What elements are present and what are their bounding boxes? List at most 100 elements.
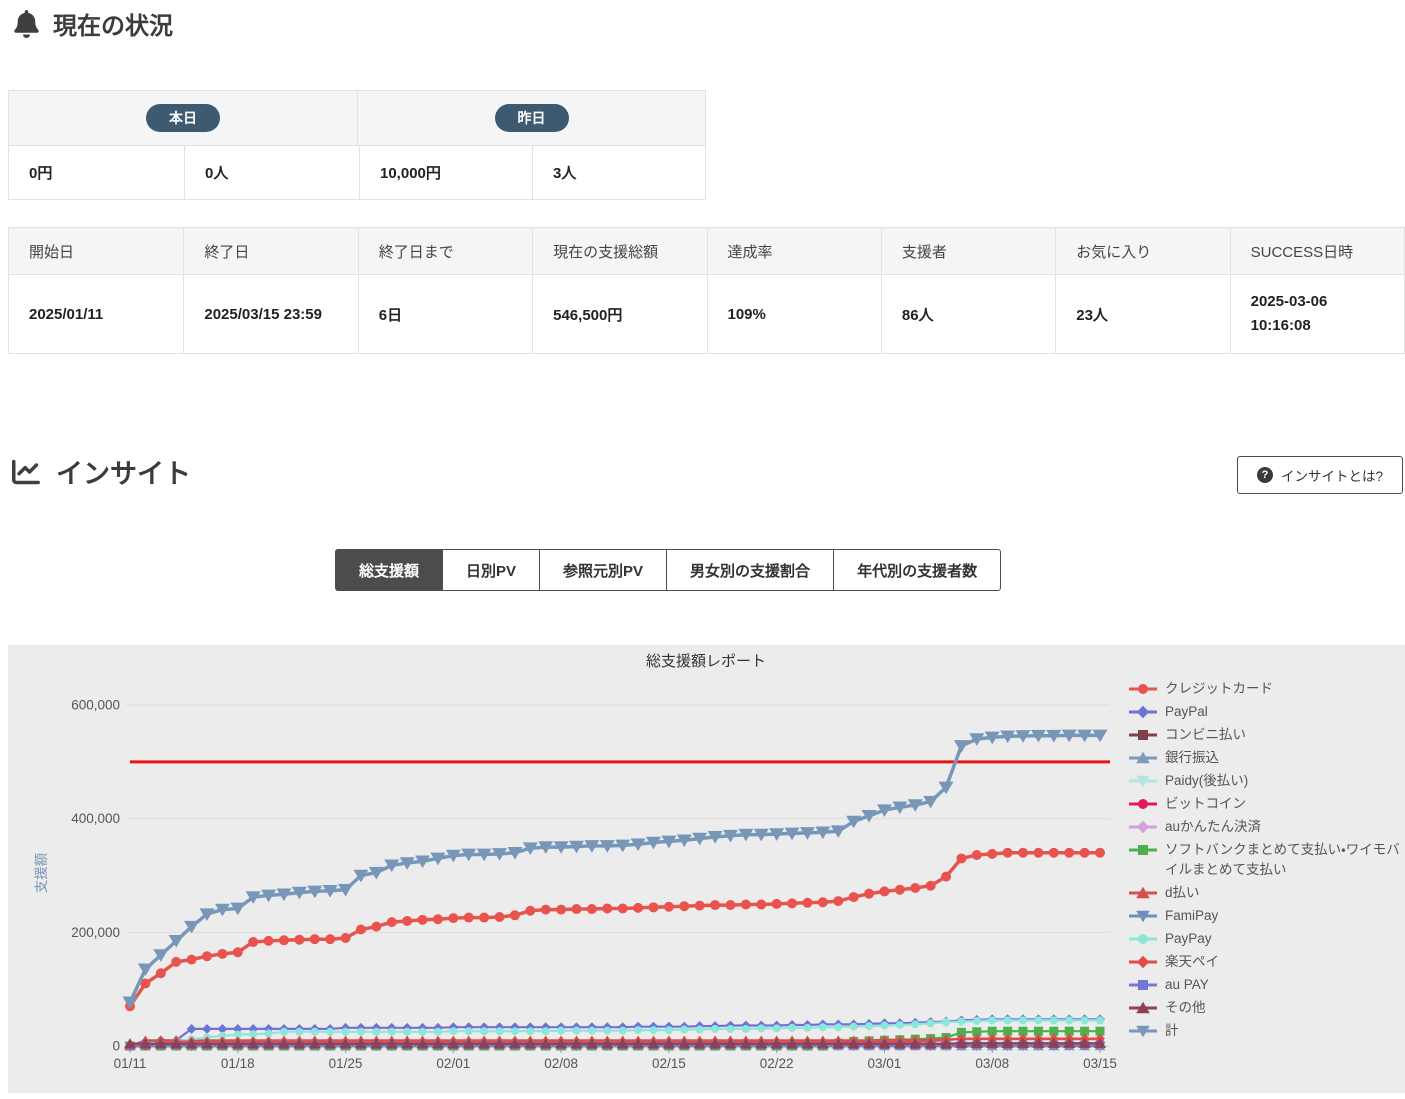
legend-marker-icon [1128, 751, 1158, 765]
legend-marker-icon [1128, 705, 1158, 719]
legend-marker-icon [1128, 932, 1158, 946]
legend-item[interactable]: 楽天ペイ [1128, 952, 1405, 972]
legend-item-label: Paidy(後払い) [1165, 771, 1248, 791]
chart-line-icon [10, 458, 42, 486]
legend-marker-icon [1128, 978, 1158, 992]
bell-icon [14, 10, 39, 38]
legend-marker-icon [1128, 909, 1158, 923]
svg-text:02/01: 02/01 [436, 1056, 470, 1071]
legend-item[interactable]: PayPal [1128, 702, 1405, 722]
legend-item-label: d払い [1165, 883, 1200, 903]
yesterday-badge: 昨日 [495, 104, 569, 132]
header-favorites: お気に入り [1055, 228, 1229, 274]
total-support-chart-panel: 0 200,000 400,000 600,000 01/11 01/18 01/25 02/… [8, 645, 1405, 1093]
legend-item[interactable]: コンビニ払い [1128, 725, 1405, 745]
yesterday-supporter-count: 3人 [532, 146, 705, 199]
today-amount: 0円 [9, 146, 184, 199]
svg-text:02/22: 02/22 [760, 1056, 794, 1071]
header-achievement-rate: 達成率 [707, 228, 881, 274]
legend-item[interactable]: Paidy(後払い) [1128, 771, 1405, 791]
today-supporter-count: 0人 [184, 146, 359, 199]
legend-item-label: 計 [1165, 1021, 1179, 1041]
legend-item[interactable]: ソフトバンクまとめて支払い・ワイモバイルまとめて支払い [1128, 840, 1405, 880]
legend-marker-icon [1128, 728, 1158, 742]
tab-pv-by-referrer[interactable]: 参照元別PV [539, 549, 667, 591]
legend-marker-icon [1128, 886, 1158, 900]
legend-item-label: クレジットカード [1165, 679, 1273, 699]
legend-item-label: FamiPay [1165, 906, 1218, 926]
svg-text:03/15: 03/15 [1083, 1056, 1117, 1071]
header-start-date: 開始日 [9, 228, 183, 274]
daily-summary-table: 本日 昨日 0円 0人 10,000円 3人 [8, 90, 706, 200]
insight-section-heading: インサイト [10, 452, 191, 491]
legend-item-label: PayPay [1165, 929, 1212, 949]
header-current-total: 現在の支援総額 [532, 228, 706, 274]
value-favorites: 23人 [1055, 275, 1229, 353]
question-circle-icon: ? [1257, 467, 1273, 483]
legend-marker-icon [1128, 774, 1158, 788]
svg-text:01/11: 01/11 [114, 1056, 147, 1071]
value-success-datetime: 2025-03-06 10:16:08 [1230, 275, 1404, 353]
tab-supporters-by-age[interactable]: 年代別の支援者数 [833, 549, 1001, 591]
today-badge: 本日 [146, 104, 220, 132]
legend-item[interactable]: au PAY [1128, 975, 1405, 995]
header-supporters: 支援者 [881, 228, 1055, 274]
svg-text:400,000: 400,000 [71, 811, 120, 826]
value-achievement-rate: 109% [707, 275, 881, 353]
legend-item[interactable]: PayPay [1128, 929, 1405, 949]
status-section-heading: 現在の状況 [14, 6, 173, 41]
legend-item[interactable]: d払い [1128, 883, 1405, 903]
header-end-date: 終了日 [183, 228, 357, 274]
svg-text:03/08: 03/08 [975, 1056, 1009, 1071]
legend-item[interactable]: クレジットカード [1128, 679, 1405, 699]
svg-text:02/15: 02/15 [652, 1056, 686, 1071]
insight-help-button[interactable]: ? インサイトとは? [1237, 456, 1403, 494]
legend-item-label: ビットコイン [1165, 794, 1246, 814]
legend-marker-icon [1128, 955, 1158, 969]
legend-item-label: PayPal [1165, 702, 1208, 722]
legend-item[interactable]: 銀行振込 [1128, 748, 1405, 768]
legend-item-label: コンビニ払い [1165, 725, 1246, 745]
legend-marker-icon [1128, 843, 1158, 857]
legend-item[interactable]: auかんたん決済 [1128, 817, 1405, 837]
svg-text:01/25: 01/25 [329, 1056, 363, 1071]
legend-marker-icon [1128, 1024, 1158, 1038]
legend-marker-icon [1128, 820, 1158, 834]
chart-legend: クレジットカード PayPal コンビニ払い銀行振込 Paidy(後払い) ビットコイン… [1128, 679, 1405, 1044]
legend-marker-icon [1128, 682, 1158, 696]
insight-section-title: インサイト [56, 452, 191, 491]
svg-text:02/08: 02/08 [544, 1056, 578, 1071]
legend-item[interactable]: その他 [1128, 998, 1405, 1018]
legend-item-label: ソフトバンクまとめて支払い・ワイモバイルまとめて支払い [1165, 840, 1405, 880]
value-end-date: 2025/03/15 23:59 [183, 275, 357, 353]
svg-text:200,000: 200,000 [71, 925, 120, 940]
svg-text:総支援額レポート: 総支援額レポート [646, 653, 766, 670]
value-start-date: 2025/01/11 [9, 275, 183, 353]
legend-item-label: その他 [1165, 998, 1206, 1018]
insight-help-label: インサイトとは? [1281, 465, 1383, 485]
svg-text:支援額: 支援額 [34, 852, 49, 893]
header-days-remaining: 終了日まで [358, 228, 532, 274]
svg-text:600,000: 600,000 [71, 698, 120, 713]
status-section-title: 現在の状況 [53, 6, 173, 41]
header-success-datetime: SUCCESS日時 [1230, 228, 1404, 274]
legend-marker-icon [1128, 1001, 1158, 1015]
insight-tab-bar: 総支援額 日別PV 参照元別PV 男女別の支援割合 年代別の支援者数 [335, 549, 1001, 591]
value-supporters: 86人 [881, 275, 1055, 353]
yesterday-amount: 10,000円 [359, 146, 532, 199]
legend-item-label: 楽天ペイ [1165, 952, 1219, 972]
legend-item[interactable]: FamiPay [1128, 906, 1405, 926]
today-header-cell: 本日 [9, 91, 357, 145]
legend-item[interactable]: 計 [1128, 1021, 1405, 1041]
tab-support-by-gender[interactable]: 男女別の支援割合 [666, 549, 834, 591]
value-days-remaining: 6日 [358, 275, 532, 353]
svg-text:01/18: 01/18 [221, 1056, 255, 1071]
legend-item-label: auかんたん決済 [1165, 817, 1261, 837]
yesterday-header-cell: 昨日 [357, 91, 705, 145]
svg-text:0: 0 [112, 1039, 120, 1054]
legend-item[interactable]: ビットコイン [1128, 794, 1405, 814]
tab-daily-pv[interactable]: 日別PV [442, 549, 540, 591]
svg-text:03/01: 03/01 [868, 1056, 902, 1071]
tab-total-support[interactable]: 総支援額 [335, 549, 443, 591]
legend-item-label: 銀行振込 [1165, 748, 1219, 768]
